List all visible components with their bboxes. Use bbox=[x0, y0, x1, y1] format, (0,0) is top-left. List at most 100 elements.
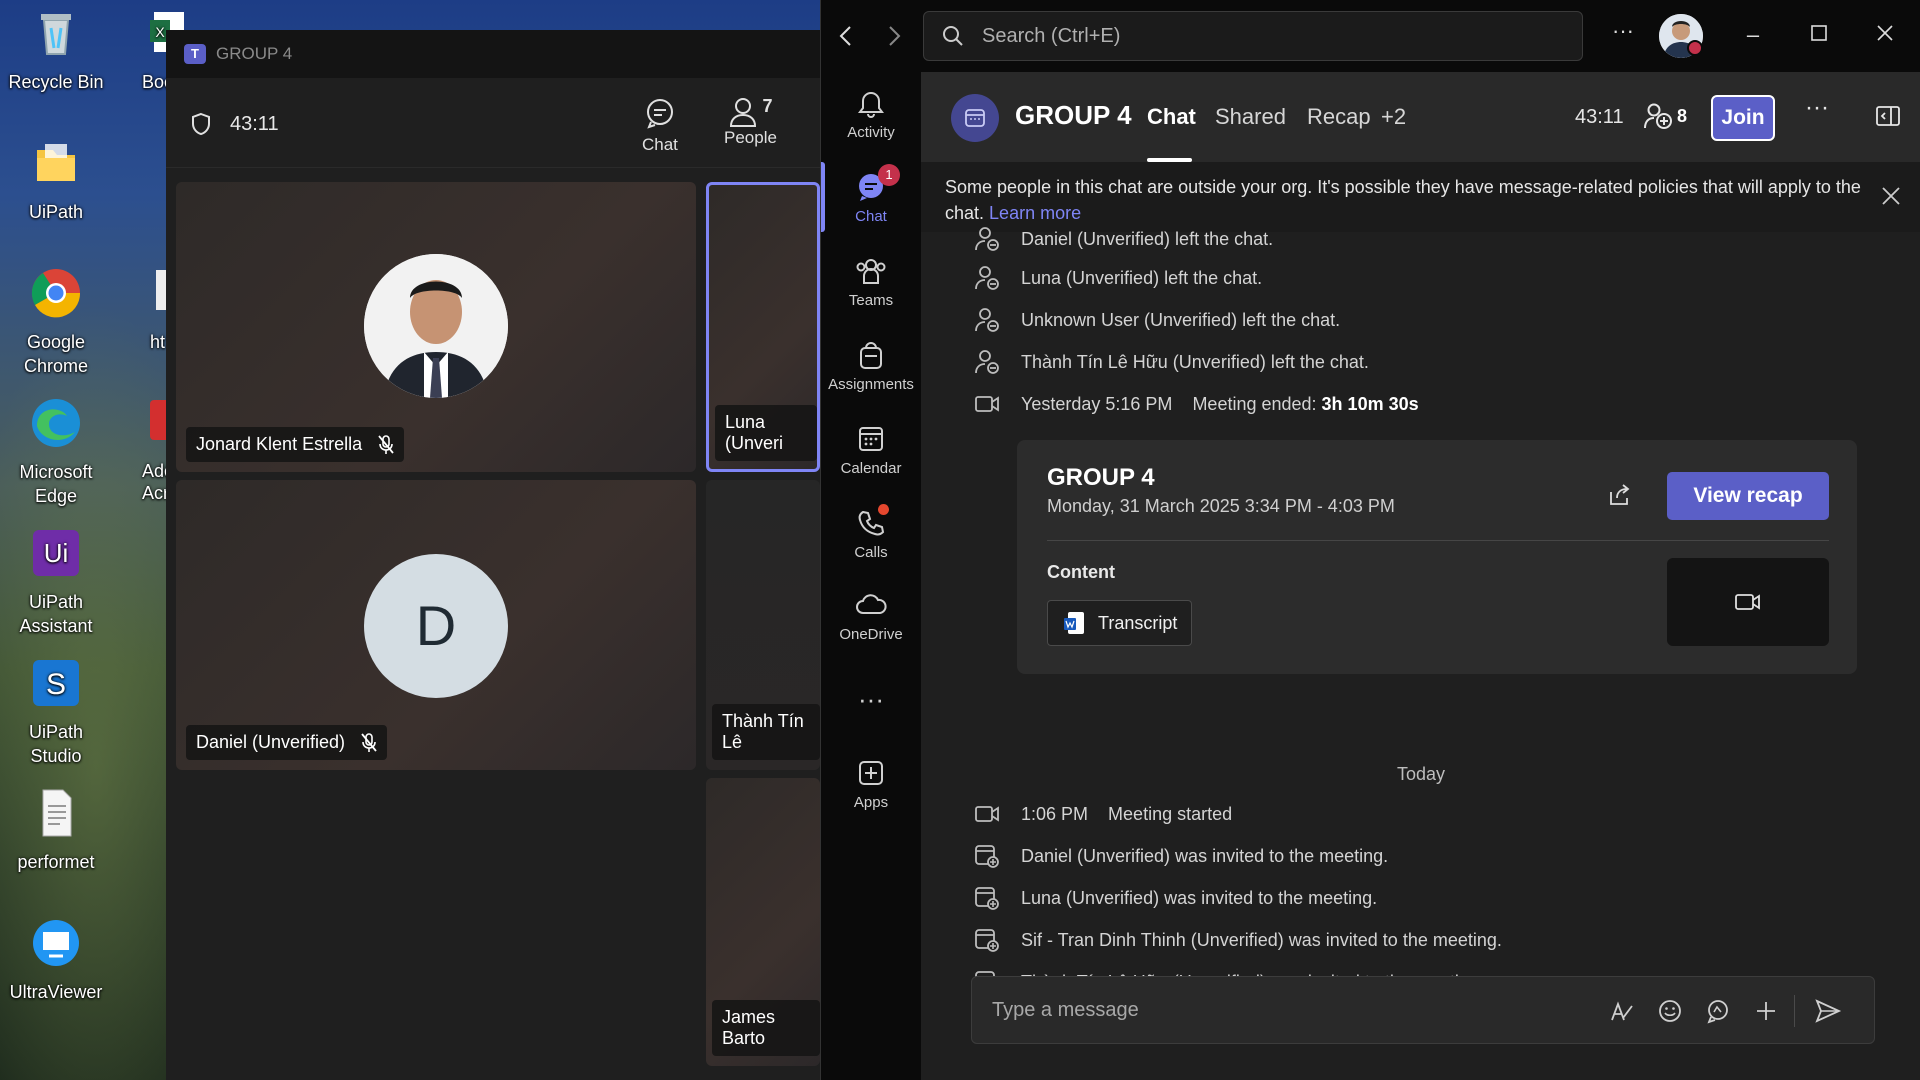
participant-tile-daniel[interactable]: D Daniel (Unverified) bbox=[176, 480, 696, 770]
desktop-icon-partial-excel[interactable]: X Boo bbox=[120, 6, 184, 94]
rail-label: Chat bbox=[855, 208, 887, 225]
apps-icon bbox=[859, 761, 883, 785]
group-avatar bbox=[951, 94, 999, 142]
event-row: Unknown User (Unverified) left the chat. bbox=[973, 306, 1340, 334]
meeting-chat-button[interactable]: Chat bbox=[642, 96, 678, 155]
participant-avatar-initial: D bbox=[364, 554, 508, 698]
close-button[interactable] bbox=[1871, 22, 1899, 48]
participant-tile-thanh[interactable]: Thành Tín Lê bbox=[706, 480, 820, 770]
maximize-icon bbox=[1811, 25, 1827, 41]
meeting-ended-label: Meeting ended: bbox=[1192, 393, 1317, 414]
cloud-icon bbox=[856, 594, 887, 614]
chat-title: GROUP 4 bbox=[1015, 100, 1132, 130]
event-row: Thành Tín Lê Hữu (Unverified) left the c… bbox=[973, 348, 1369, 376]
uipath-studio-icon: S bbox=[33, 660, 79, 706]
view-recap-button[interactable]: View recap bbox=[1667, 472, 1829, 520]
tab-more[interactable]: +2 bbox=[1381, 104, 1406, 130]
recap-content-label: Content bbox=[1047, 562, 1115, 582]
banner-text: Some people in this chat are outside you… bbox=[945, 177, 1861, 223]
loop-component-button[interactable] bbox=[1702, 995, 1734, 1027]
tab-shared[interactable]: Shared bbox=[1215, 104, 1286, 130]
desktop-icon-label: UiPath bbox=[28, 202, 84, 222]
event-row: Luna (Unverified) was invited to the mee… bbox=[973, 884, 1377, 912]
meeting-people-label: People bbox=[724, 128, 777, 147]
desktop-icon-uipath-folder[interactable]: UiPath bbox=[6, 136, 106, 224]
desktop-icon-label: ht bbox=[150, 332, 166, 352]
tab-chat[interactable]: Chat bbox=[1147, 104, 1196, 130]
back-arrow-icon[interactable] bbox=[835, 24, 857, 48]
desktop-icon-uipath-studio[interactable]: S UiPath Studio bbox=[6, 656, 106, 768]
desktop-icon-performet[interactable]: performet bbox=[6, 786, 106, 874]
desktop-icon-partial-acrobat[interactable]: Adc Acro bbox=[120, 396, 179, 504]
rail-item-calls[interactable]: Calls bbox=[821, 504, 921, 561]
calendar-invite-icon bbox=[975, 887, 999, 910]
recording-thumbnail[interactable] bbox=[1667, 558, 1829, 646]
folder-icon bbox=[37, 144, 75, 181]
rail-item-teams[interactable]: Teams bbox=[821, 254, 921, 309]
desktop-icon-label: UiPath Studio bbox=[28, 722, 84, 766]
desktop-icon-label: performet bbox=[17, 852, 95, 872]
more-options-icon: ··· bbox=[858, 684, 884, 714]
transcript-button[interactable]: Transcript bbox=[1047, 600, 1193, 646]
rail-item-chat[interactable]: 1 Chat bbox=[821, 164, 921, 225]
rail-item-assignments[interactable]: Assignments bbox=[821, 338, 921, 393]
chat-unread-badge: 1 bbox=[878, 164, 900, 186]
desktop-icon-recycle-bin[interactable]: Recycle Bin bbox=[6, 6, 106, 94]
text-file-icon bbox=[42, 789, 72, 837]
recap-datetime: Monday, 31 March 2025 3:34 PM - 4:03 PM bbox=[1047, 496, 1395, 516]
meeting-ended-duration: 3h 10m 30s bbox=[1321, 393, 1419, 414]
participant-tile-jonard[interactable]: Jonard Klent Estrella bbox=[176, 182, 696, 472]
search-input[interactable]: Search (Ctrl+E) bbox=[923, 11, 1583, 61]
event-row: Sif - Tran Dinh Thinh (Unverified) was i… bbox=[973, 926, 1502, 954]
learn-more-link[interactable]: Learn more bbox=[989, 203, 1081, 223]
desktop-icon-label: Recycle Bin bbox=[8, 72, 104, 92]
meeting-people-button[interactable]: 7 People bbox=[724, 96, 777, 148]
side-panel-icon[interactable] bbox=[1875, 104, 1901, 128]
svg-text:X: X bbox=[155, 24, 165, 40]
emoji-icon bbox=[1659, 1000, 1681, 1022]
event-text: Unknown User (Unverified) left the chat. bbox=[1021, 309, 1341, 330]
participants-count: 8 bbox=[1677, 105, 1688, 126]
attach-button[interactable] bbox=[1750, 995, 1782, 1027]
participant-name: Thành Tín Lê bbox=[722, 711, 804, 752]
format-text-button[interactable] bbox=[1606, 995, 1638, 1027]
message-composer[interactable]: Type a message bbox=[971, 976, 1875, 1044]
tab-recap[interactable]: Recap bbox=[1307, 104, 1371, 130]
send-button[interactable] bbox=[1812, 995, 1844, 1027]
desktop-icon-ultraviewer[interactable]: UltraViewer bbox=[6, 916, 106, 1004]
rail-item-onedrive[interactable]: OneDrive bbox=[821, 588, 921, 643]
forward-arrow-icon[interactable] bbox=[883, 24, 905, 48]
people-add-icon bbox=[1644, 103, 1672, 129]
edge-icon bbox=[32, 399, 80, 447]
minimize-button[interactable]: – bbox=[1739, 22, 1767, 48]
maximize-button[interactable] bbox=[1805, 22, 1833, 48]
participant-nametag: James Barto bbox=[712, 1000, 820, 1056]
participant-tile-james[interactable]: James Barto bbox=[706, 778, 820, 1066]
participants-button[interactable]: 8 bbox=[1643, 102, 1687, 130]
mic-off-icon bbox=[361, 732, 377, 752]
rail-label: Apps bbox=[853, 794, 889, 811]
transcript-label: Transcript bbox=[1098, 612, 1178, 633]
chat-pane: GROUP 4 Chat Shared Recap +2 43:11 8 Joi… bbox=[921, 72, 1920, 1080]
rail-item-apps[interactable]: Apps bbox=[821, 756, 921, 811]
share-icon[interactable] bbox=[1607, 482, 1633, 508]
person-left-icon bbox=[975, 227, 999, 251]
event-text: Luna (Unverified) was invited to the mee… bbox=[1021, 887, 1378, 908]
header-meeting-timer: 43:11 bbox=[1575, 106, 1624, 128]
close-icon[interactable] bbox=[1881, 186, 1901, 206]
rail-more-apps-button[interactable]: ··· bbox=[821, 684, 921, 715]
more-options-icon[interactable]: ··· bbox=[1609, 18, 1637, 44]
event-text: Daniel (Unverified) left the chat. bbox=[1021, 228, 1274, 249]
join-button[interactable]: Join bbox=[1711, 95, 1775, 141]
desktop-icon-google-chrome[interactable]: Google Chrome bbox=[6, 266, 106, 378]
participant-name: James Barto bbox=[722, 1007, 776, 1048]
header-more-options-icon[interactable]: ··· bbox=[1805, 94, 1829, 122]
emoji-button[interactable] bbox=[1654, 995, 1686, 1027]
svg-text:Ui: Ui bbox=[44, 538, 69, 568]
desktop-icon-uipath-assistant[interactable]: Ui UiPath Assistant bbox=[6, 526, 106, 638]
desktop-icon-microsoft-edge[interactable]: Microsoft Edge bbox=[6, 396, 106, 508]
rail-item-calendar[interactable]: Calendar bbox=[821, 422, 921, 477]
rail-item-activity[interactable]: Activity bbox=[821, 86, 921, 141]
desktop-icon-partial-html[interactable]: ht bbox=[120, 266, 176, 354]
participant-tile-luna[interactable]: Luna (Unveri bbox=[706, 182, 820, 472]
